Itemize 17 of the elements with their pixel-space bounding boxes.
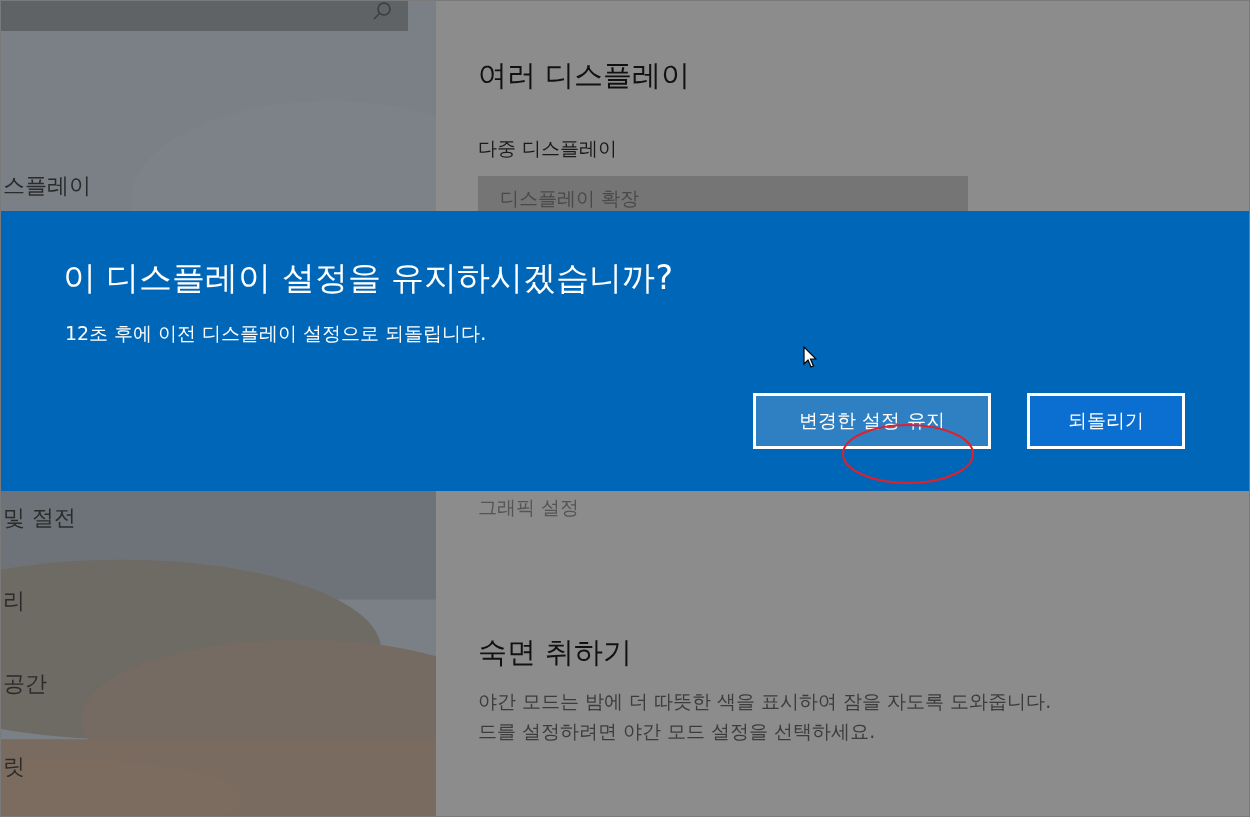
section-heading: 숙면 취하기 (478, 634, 633, 671)
description-text: 야간 모드는 밤에 더 따뜻한 색을 표시하여 잠을 자도록 도와줍니다. (478, 689, 1052, 714)
sidebar-item[interactable]: 리 (1, 586, 25, 616)
dialog-button[interactable]: 변경한 설정 유지 (753, 393, 991, 449)
field-label: 다중 디스플레이 (478, 136, 618, 161)
section-heading: 여러 디스플레이 (478, 57, 691, 94)
cursor-icon (803, 346, 817, 368)
dialog-title: 이 디스플레이 설정을 유지하시겠습니까? (63, 257, 673, 299)
dialog-message: 12초 후에 이전 디스플레이 설정으로 되돌립니다. (65, 321, 487, 346)
search-icon (372, 1, 392, 21)
search-field[interactable] (1, 1, 408, 31)
description-text: 드를 설정하려면 야간 모드 설정을 선택하세요. (478, 719, 876, 744)
sidebar-item[interactable]: 릿 (1, 752, 25, 782)
dialog-button[interactable]: 되돌리기 (1027, 393, 1185, 449)
sidebar-item[interactable]: 스플레이 (1, 171, 91, 201)
sidebar-item[interactable]: 및 절전 (1, 503, 76, 533)
sidebar-item[interactable]: 공간 (1, 669, 47, 699)
